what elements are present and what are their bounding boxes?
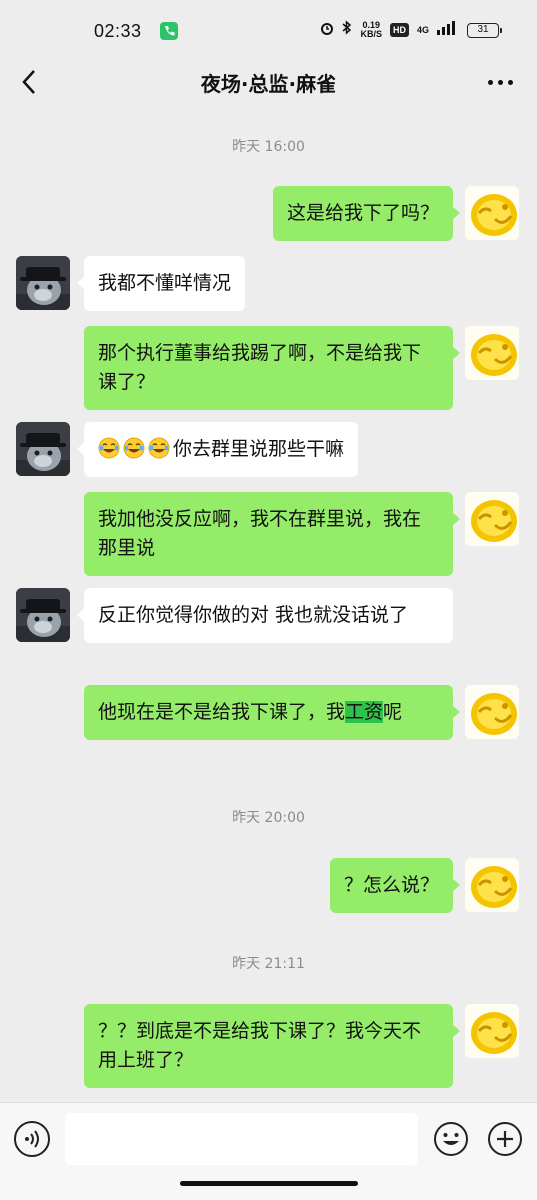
my-message[interactable]: 那个执行董事给我踢了啊，不是给我下课了？ bbox=[84, 326, 460, 410]
contact-message[interactable]: 我都不懂咩情况 bbox=[76, 256, 246, 311]
contact-avatar[interactable] bbox=[16, 588, 70, 642]
laugh-cry-emoji-icon bbox=[98, 437, 120, 459]
network-speed: 0.19 KB/S bbox=[360, 21, 382, 39]
contact-message[interactable]: 反正你觉得你做的对 我也就没话说了 bbox=[77, 588, 453, 643]
timestamp: 昨天 16:00 bbox=[232, 139, 305, 155]
speed-unit: KB/S bbox=[360, 29, 382, 39]
status-bar: 02:33 0.19 KB/S HD 4G 31 bbox=[0, 0, 537, 62]
contact-avatar[interactable] bbox=[16, 256, 70, 310]
my-avatar[interactable] bbox=[465, 326, 519, 380]
chat-title: 夜场·总监·麻雀 bbox=[200, 72, 337, 96]
contact-message[interactable]: 你去群里说那些干嘛 bbox=[76, 422, 359, 477]
plus-button[interactable] bbox=[487, 1121, 523, 1157]
my-avatar[interactable] bbox=[465, 492, 519, 546]
timestamp: 昨天 20:00 bbox=[232, 810, 305, 826]
my-avatar[interactable] bbox=[465, 685, 519, 739]
contact-avatar[interactable] bbox=[16, 422, 70, 476]
emoji-icon bbox=[434, 1122, 468, 1156]
highlighted-text: 工资 bbox=[345, 701, 384, 723]
message-text: 你去群里说那些干嘛 bbox=[173, 438, 345, 460]
chat-header: 夜场·总监·麻雀 bbox=[0, 54, 537, 110]
bluetooth-icon bbox=[342, 20, 352, 40]
my-avatar[interactable] bbox=[465, 858, 519, 912]
laugh-cry-emoji-icon bbox=[123, 437, 145, 459]
status-time: 02:33 bbox=[94, 20, 142, 41]
my-avatar[interactable] bbox=[465, 1004, 519, 1058]
message-text: 他现在是不是给我下课了，我 bbox=[98, 701, 346, 723]
voice-icon bbox=[25, 1130, 39, 1148]
more-button[interactable] bbox=[485, 72, 515, 92]
alarm-icon bbox=[320, 20, 334, 40]
my-message[interactable]: ？怎么说？ bbox=[329, 858, 461, 913]
message-text: 呢 bbox=[383, 701, 403, 723]
emoji-button[interactable] bbox=[433, 1121, 469, 1157]
voice-button[interactable] bbox=[14, 1121, 50, 1157]
status-right-group: 0.19 KB/S HD 4G 31 bbox=[320, 20, 502, 40]
signal-icon bbox=[437, 20, 459, 40]
battery-indicator: 31 bbox=[467, 22, 502, 38]
my-avatar[interactable] bbox=[465, 186, 519, 240]
message-list[interactable]: 昨天 16:00 这是给我下了吗？ 我都不懂咩情况 那个执行董事给我踢了啊，不是… bbox=[0, 112, 537, 1102]
more-dots-icon bbox=[487, 79, 493, 85]
my-message[interactable]: 我加他没反应啊，我不在群里说，我在那里说 bbox=[84, 492, 460, 576]
network-type: 4G bbox=[416, 25, 429, 35]
home-indicator[interactable] bbox=[180, 1181, 358, 1186]
my-message[interactable]: 这是给我下了吗？ bbox=[272, 186, 461, 241]
hd-badge: HD bbox=[389, 23, 409, 37]
phone-call-icon bbox=[159, 22, 178, 40]
timestamp: 昨天 21:11 bbox=[232, 956, 305, 972]
my-message[interactable]: 他现在是不是给我下课了，我工资呢 bbox=[84, 685, 460, 740]
plus-icon bbox=[488, 1122, 522, 1156]
message-input[interactable] bbox=[65, 1113, 418, 1165]
laugh-cry-emoji-icon bbox=[148, 437, 170, 459]
my-message[interactable]: ？？到底是不是给我下课了？我今天不用上班了？ bbox=[84, 1004, 460, 1088]
